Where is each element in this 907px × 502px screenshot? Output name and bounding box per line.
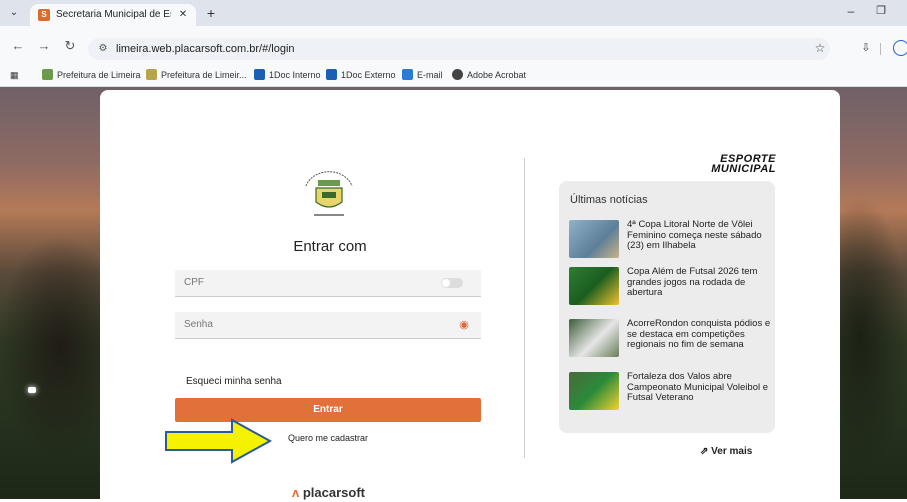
news-thumbnail — [569, 267, 619, 305]
bookmark-prefeitura-2[interactable]: Prefeitura de Limeir... — [146, 68, 247, 82]
minimize-icon[interactable]: – — [842, 4, 860, 22]
news-thumbnail — [569, 319, 619, 357]
news-item[interactable]: AcorreRondon conquista pódios e se desta… — [569, 318, 771, 363]
bookmark-1doc-interno[interactable]: 1Doc Interno — [254, 68, 321, 82]
city-crest-logo — [305, 171, 353, 216]
news-headline: Fortaleza dos Valos abre Campeonato Muni… — [627, 371, 769, 403]
restore-icon[interactable]: ❐ — [872, 4, 890, 22]
news-item[interactable]: Fortaleza dos Valos abre Campeonato Muni… — [569, 371, 769, 416]
see-more-label: Ver mais — [711, 446, 753, 457]
tab-title: Secretaria Municipal de Esporte — [56, 9, 171, 20]
tab-search-icon[interactable]: ⌄ — [6, 5, 22, 21]
extensions-icon[interactable]: ⇩ — [858, 41, 874, 57]
yellow-arrow-annotation — [165, 418, 273, 464]
placarsoft-logo: ʌ placarsoft — [292, 485, 365, 500]
apps-icon[interactable]: ▦ — [10, 68, 19, 82]
site-settings-icon[interactable]: ⚙ — [96, 42, 110, 56]
news-panel: Últimas notícias 4ª Copa Litoral Norte d… — [559, 181, 775, 433]
login-title: Entrar com — [293, 238, 367, 255]
bookmark-label: 1Doc Externo — [341, 70, 396, 80]
news-headline: AcorreRondon conquista pódios e se desta… — [627, 318, 771, 350]
news-thumbnail — [569, 220, 619, 258]
mail-icon — [402, 69, 413, 80]
back-icon[interactable]: ← — [10, 38, 26, 54]
bookmark-label: E-mail — [417, 70, 443, 80]
bookmark-label: 1Doc Interno — [269, 70, 321, 80]
doc-icon — [326, 69, 337, 80]
password-placeholder: Senha — [184, 319, 213, 330]
see-more-link[interactable]: ⇗ Ver mais — [700, 446, 752, 457]
address-bar[interactable]: ⚙ limeira.web.placarsoft.com.br/#/login — [88, 38, 830, 60]
forward-icon[interactable]: → — [36, 38, 52, 54]
stadium-light — [28, 387, 36, 393]
news-thumbnail — [569, 372, 619, 410]
globe-icon — [452, 69, 463, 80]
bookmark-1doc-externo[interactable]: 1Doc Externo — [326, 68, 396, 82]
esporte-municipal-logo: ESPORTE MUNICIPAL — [704, 154, 776, 175]
site-favicon-icon: S — [38, 9, 50, 21]
news-headline: Copa Além de Futsal 2026 tem grandes jog… — [627, 266, 758, 298]
external-link-icon: ⇗ — [700, 446, 709, 457]
brand-line-2: MUNICIPAL — [711, 163, 776, 175]
bookmark-email[interactable]: E-mail — [402, 68, 443, 82]
crest-icon — [42, 69, 53, 80]
tab-strip: ⌄ S Secretaria Municipal de Esporte ✕ + … — [0, 0, 907, 26]
password-field[interactable]: Senha ◉ — [175, 312, 481, 339]
tab-active[interactable]: S Secretaria Municipal de Esporte ✕ — [30, 4, 196, 26]
bookmark-prefeitura-1[interactable]: Prefeitura de Limeira — [42, 68, 141, 82]
bookmark-star-icon[interactable]: ☆ — [812, 41, 828, 57]
doc-icon — [254, 69, 265, 80]
show-password-icon[interactable]: ◉ — [457, 318, 471, 332]
cpf-placeholder: CPF — [184, 277, 204, 288]
reload-icon[interactable]: ↻ — [62, 38, 78, 54]
placarsoft-mark-icon: ʌ — [292, 485, 300, 500]
bookmarks-bar: ▦ Prefeitura de Limeira Prefeitura de Li… — [0, 64, 907, 87]
toolbar-divider — [880, 43, 881, 55]
tab-close-icon[interactable]: ✕ — [176, 8, 190, 22]
bookmark-label: Prefeitura de Limeir... — [161, 70, 247, 80]
url-text[interactable]: limeira.web.placarsoft.com.br/#/login — [116, 42, 416, 56]
news-headline: 4ª Copa Litoral Norte de Vôlei Feminino … — [627, 219, 762, 251]
signup-link[interactable]: Quero me cadastrar — [288, 433, 368, 443]
placarsoft-text: placarsoft — [302, 485, 365, 500]
cpf-field[interactable]: CPF — [175, 270, 481, 297]
profile-icon[interactable] — [893, 40, 907, 56]
vertical-divider — [524, 158, 525, 458]
bookmark-label: Prefeitura de Limeira — [57, 70, 141, 80]
bookmark-adobe[interactable]: Adobe Acrobat — [452, 68, 526, 82]
news-item[interactable]: Copa Além de Futsal 2026 tem grandes jog… — [569, 266, 769, 311]
news-item[interactable]: 4ª Copa Litoral Norte de Vôlei Feminino … — [569, 219, 769, 264]
new-tab-icon[interactable]: + — [202, 4, 220, 22]
crest-icon — [146, 69, 157, 80]
cpf-toggle[interactable] — [441, 278, 463, 288]
bookmark-label: Adobe Acrobat — [467, 70, 527, 80]
forgot-password-link[interactable]: Esqueci minha senha — [186, 376, 282, 387]
news-title: Últimas notícias — [570, 194, 648, 206]
